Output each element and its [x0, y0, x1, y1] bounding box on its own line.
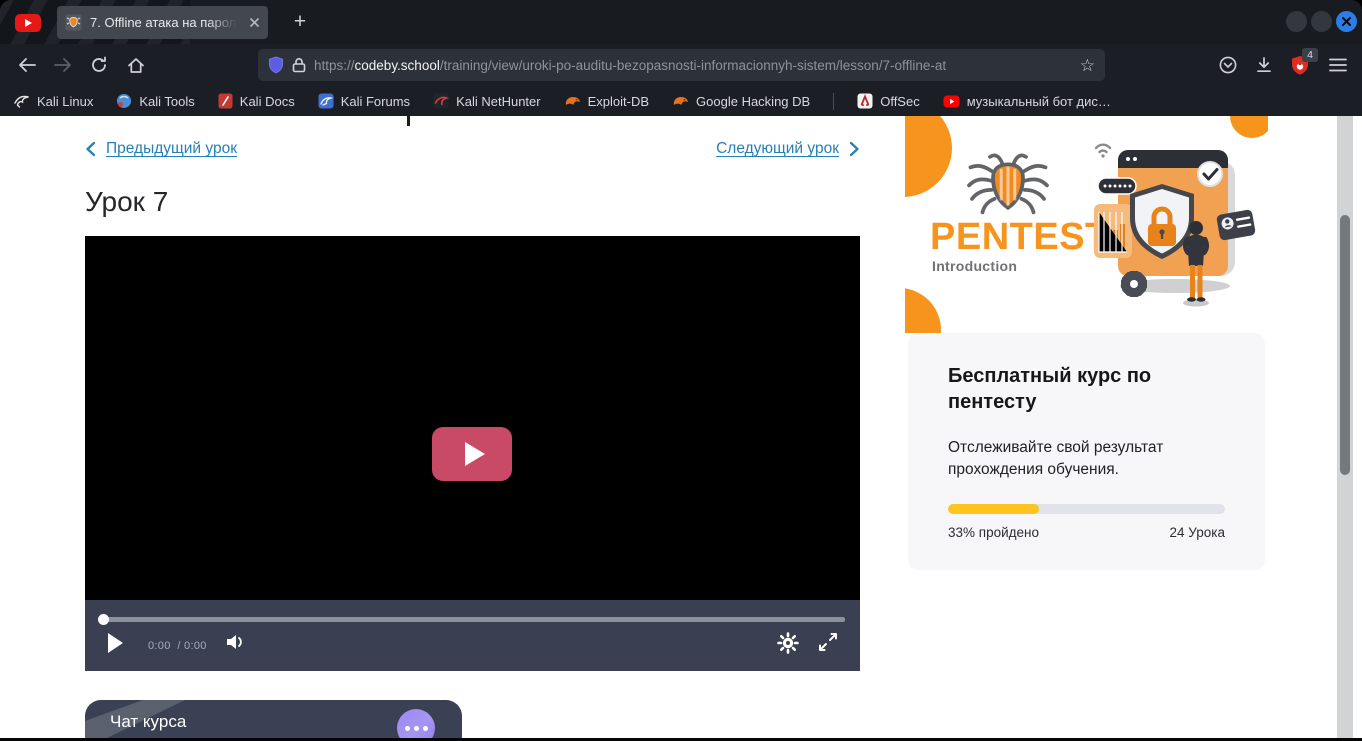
chat-title: Чат курса [110, 712, 186, 732]
minimize-button[interactable] [1286, 11, 1307, 32]
scrollbar-thumb[interactable] [1340, 215, 1350, 475]
bookmark-offsec[interactable]: OffSec [857, 93, 920, 109]
volume-icon [225, 632, 247, 652]
video-surface[interactable] [85, 236, 860, 600]
next-lesson-link[interactable]: Следующий урок [716, 140, 860, 158]
youtube-icon [943, 95, 960, 108]
bookmark-kali-nethunter[interactable]: Kali NetHunter [433, 93, 541, 109]
bookmarks-separator [833, 93, 834, 110]
hamburger-icon [1329, 58, 1347, 72]
pocket-button[interactable] [1216, 53, 1240, 77]
exploit-db-icon [564, 94, 581, 108]
page-content: Предыдущий урок Следующий урок Урок 7 [0, 116, 1362, 738]
seek-bar[interactable] [100, 617, 845, 622]
bookmark-kali-linux[interactable]: Kali Linux [14, 94, 93, 109]
brand-title: PENTEST [930, 216, 1109, 259]
offsec-icon [857, 93, 873, 109]
youtube-icon [25, 19, 32, 27]
browser-window: 7. Offline атака на пароли + [0, 0, 1362, 741]
course-progress-bar [948, 504, 1225, 514]
player-controls: 0:00 / 0:00 [85, 600, 860, 671]
volume-button[interactable] [225, 632, 247, 652]
progress-percent-label: 33% пройдено [948, 525, 1039, 540]
bookmark-star-icon[interactable]: ☆ [1080, 57, 1095, 74]
course-card-description: Отслеживайте свой результат прохождения … [948, 437, 1198, 481]
tab-bar: 7. Offline атака на пароли + [0, 0, 1362, 44]
url-bar[interactable]: https://codeby.school/training/view/urok… [258, 49, 1105, 81]
back-icon [17, 57, 36, 73]
back-button[interactable] [14, 53, 38, 77]
forward-icon [54, 57, 73, 73]
time-display: 0:00 / 0:00 [148, 640, 207, 652]
lessons-count-label: 24 Урока [1170, 525, 1225, 540]
downloads-button[interactable] [1252, 53, 1276, 77]
kali-nethunter-icon [433, 93, 449, 109]
tracking-shield-icon[interactable] [268, 56, 284, 74]
course-banner: PENTEST Introduction [905, 116, 1268, 333]
extension-badge: 4 [1302, 48, 1318, 62]
pinned-tab-youtube[interactable] [15, 14, 41, 32]
active-tab[interactable]: 7. Offline атака на пароли [57, 6, 268, 39]
chat-bubble-icon[interactable] [397, 709, 435, 738]
course-progress-card: Бесплатный курс по пентесту Отслеживайте… [908, 333, 1265, 570]
fullscreen-icon [818, 632, 838, 652]
maximize-button[interactable] [1311, 11, 1332, 32]
previous-lesson-link[interactable]: Предыдущий урок [85, 140, 237, 158]
kali-tools-icon [116, 93, 132, 109]
pentest-spider-logo [963, 146, 1053, 218]
navigation-toolbar: https://codeby.school/training/view/urok… [0, 44, 1362, 86]
orange-circle-decoration [905, 116, 952, 197]
menu-button[interactable] [1326, 53, 1350, 77]
fullscreen-button[interactable] [818, 632, 838, 652]
bookmarks-bar: Kali Linux Kali Tools Kali Docs Kali For… [0, 86, 1362, 116]
tab-title: 7. Offline атака на пароли [90, 15, 241, 30]
bookmark-music-bot[interactable]: музыкальный бот дис… [943, 94, 1111, 109]
seek-handle[interactable] [98, 614, 109, 625]
big-play-button[interactable] [432, 427, 512, 481]
bookmark-kali-tools[interactable]: Kali Tools [116, 93, 194, 109]
download-icon [1255, 56, 1273, 74]
bookmark-exploit-db[interactable]: Exploit-DB [564, 94, 649, 109]
scrollbar-track[interactable] [1337, 116, 1353, 738]
play-button[interactable] [108, 633, 123, 653]
video-player: 0:00 / 0:00 [85, 236, 860, 671]
home-button[interactable] [124, 53, 148, 77]
home-icon [127, 57, 145, 74]
kali-docs-icon [218, 93, 233, 109]
forward-button[interactable] [51, 53, 75, 77]
pocket-icon [1219, 56, 1237, 74]
chevron-left-icon [85, 141, 96, 157]
course-chat-panel[interactable]: Чат курса [85, 700, 462, 738]
bookmark-kali-forums[interactable]: Kali Forums [318, 93, 410, 109]
settings-button[interactable] [777, 632, 799, 654]
reload-icon [90, 56, 108, 74]
brand-subtitle: Introduction [932, 258, 1017, 274]
reload-button[interactable] [87, 53, 111, 77]
close-icon [1341, 16, 1352, 27]
play-icon [465, 442, 485, 466]
kali-forums-icon [318, 93, 334, 109]
url-text: https://codeby.school/training/view/urok… [314, 58, 1072, 73]
codeby-favicon [65, 14, 82, 31]
kali-linux-icon [14, 94, 30, 108]
lock-icon[interactable] [292, 57, 306, 73]
course-card-title: Бесплатный курс по пентесту [948, 363, 1203, 416]
clipped-heading-artifact [407, 116, 410, 126]
google-hacking-db-icon [672, 94, 689, 108]
close-button[interactable] [1336, 11, 1357, 32]
lesson-navigation: Предыдущий урок Следующий урок [85, 140, 860, 158]
security-illustration [1090, 126, 1268, 311]
bookmark-google-hacking-db[interactable]: Google Hacking DB [672, 94, 810, 109]
orange-circle-decoration [905, 288, 941, 333]
new-tab-button[interactable]: + [286, 8, 314, 36]
tab-close-icon[interactable] [249, 17, 260, 28]
gear-icon [777, 632, 799, 654]
chevron-right-icon [849, 141, 860, 157]
lesson-title: Урок 7 [85, 186, 168, 218]
course-progress-fill [948, 504, 1039, 514]
bookmark-kali-docs[interactable]: Kali Docs [218, 93, 295, 109]
